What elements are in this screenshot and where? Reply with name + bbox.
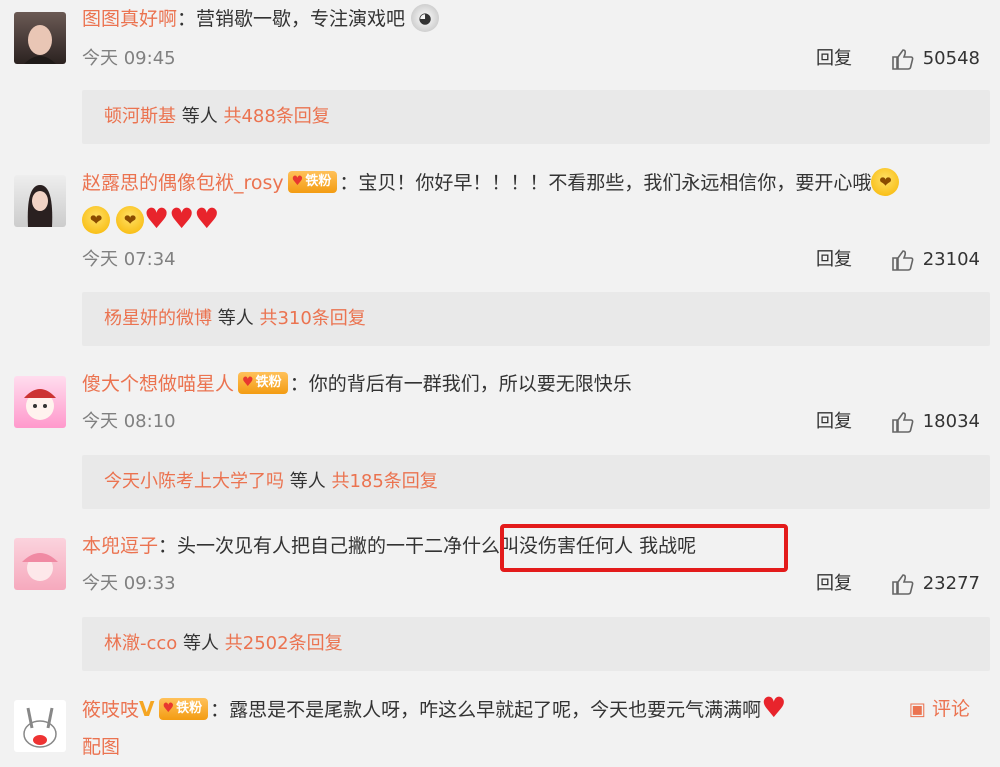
like-button[interactable]: 23277 [891, 569, 980, 599]
reply-user[interactable]: 杨星妍的微博 [104, 308, 212, 329]
reply-mid: 等人 [176, 106, 224, 127]
comment-label: 评论 [931, 698, 970, 720]
reply-user[interactable]: 林澈-cco [104, 633, 177, 654]
verified-v-icon: V [139, 697, 155, 721]
badge-label: 铁粉 [305, 173, 332, 189]
reply-summary[interactable]: 今天小陈考上大学了吗 等人 共185条回复 [82, 455, 990, 509]
avatar[interactable] [14, 538, 66, 590]
avatar-image [22, 553, 58, 581]
comment-body: 图图真好啊：营销歇一歇，专注演戏吧 ◕ [82, 3, 990, 34]
fan-badge[interactable]: ♥ 铁粉 [287, 170, 338, 193]
avatar-image [27, 185, 53, 227]
like-count: 23277 [922, 573, 980, 594]
reply-summary[interactable]: 顿河斯基 等人 共488条回复 [82, 90, 990, 144]
reply-button[interactable]: 回复 [816, 44, 852, 74]
highlight-box [500, 524, 788, 572]
thumbs-up-icon [891, 250, 914, 271]
timestamp: 今天 08:10 [82, 411, 176, 432]
comment-text: ：露思是不是尾款人呀，咋这么早就起了呢，今天也要元气满满啊 [210, 699, 762, 721]
avatar[interactable] [14, 175, 66, 227]
heart-eyes-emoji-icon: ❤ [82, 205, 110, 234]
heart-icon: ♥ [291, 173, 304, 189]
comment-meta: 今天 08:10 回复 18034 [82, 407, 990, 437]
timestamp: 今天 09:45 [82, 48, 176, 69]
like-count: 18034 [922, 411, 980, 432]
avatar-image [24, 389, 56, 420]
avatar[interactable] [14, 12, 66, 64]
image-link[interactable]: 配图 [82, 736, 120, 758]
comment-text: ：头一次见有人把自己撇的一干二净 [158, 535, 463, 557]
red-heart-icon: ♥ [144, 201, 170, 235]
heart-eyes-emoji-icon: ❤ [116, 205, 145, 234]
username[interactable]: 本兜逗子 [82, 535, 158, 557]
fan-badge[interactable]: ♥ 铁粉 [158, 697, 209, 720]
thumbs-up-icon [891, 49, 914, 70]
red-heart-icon: ♥ [761, 690, 787, 724]
timestamp: 今天 07:34 [82, 249, 176, 270]
reply-count-link[interactable]: 共2502条回复 [225, 633, 343, 654]
comment-text: ：营销歇一歇，专注演戏吧 [177, 8, 406, 30]
red-heart-icon: ♥ [194, 201, 220, 235]
username[interactable]: 傻大个想做喵星人 [82, 373, 234, 395]
reply-button[interactable]: 回复 [816, 245, 852, 275]
reply-count-link[interactable]: 共310条回复 [259, 308, 365, 329]
comment-meta: 今天 09:33 回复 23277 [82, 569, 990, 599]
comment-meta: 今天 07:34 回复 23104 [82, 245, 990, 275]
thumbs-up-icon [891, 412, 914, 433]
comment-text: ：你的背后有一群我们，所以要无限快乐 [289, 373, 632, 395]
heart-eyes-emoji-icon: ❤ [871, 167, 900, 196]
username[interactable]: 图图真好啊 [82, 8, 177, 30]
username[interactable]: 赵露思的偶像包袱_rosy [82, 172, 284, 194]
reply-user[interactable]: 今天小陈考上大学了吗 [104, 471, 284, 492]
comment-emojis: ❤ ❤ ♥♥♥ [82, 203, 990, 237]
comment-body: 赵露思的偶像包袱_rosy ♥ 铁粉 ：宝贝！你好早！！！！不看那些，我们永远相信你，… [82, 167, 990, 198]
comment-extra: 配图 [82, 732, 990, 762]
reply-mid: 等人 [284, 471, 332, 492]
avatar-image [23, 707, 57, 748]
red-heart-icon: ♥ [169, 201, 195, 235]
reply-mid: 等人 [212, 308, 260, 329]
image-icon: ▣ [908, 699, 926, 720]
timestamp: 今天 09:33 [82, 573, 176, 594]
reply-button[interactable]: 回复 [816, 569, 852, 599]
reply-summary[interactable]: 杨星妍的微博 等人 共310条回复 [82, 292, 990, 346]
comment-text: ：宝贝！你好早！！！！不看那些，我们永远相信你，要开心哦 [339, 172, 872, 194]
avatar-image [24, 25, 56, 64]
fan-badge[interactable]: ♥ 铁粉 [238, 371, 288, 394]
comment-button[interactable]: ▣ 评论 [909, 694, 970, 725]
avatar[interactable] [14, 376, 66, 428]
comment-body: 筱吱吱V ♥ 铁粉 ：露思是不是尾款人呀，咋这么早就起了呢，今天也要元气满满啊♥ [82, 690, 880, 726]
badge-label: 铁粉 [176, 700, 203, 716]
badge-label: 铁粉 [255, 374, 282, 390]
comment-body: 傻大个想做喵星人 ♥ 铁粉 ：你的背后有一群我们，所以要无限快乐 [82, 369, 990, 399]
avatar[interactable] [14, 700, 66, 752]
username[interactable]: 筱吱吱 [82, 699, 139, 721]
reply-count-link[interactable]: 共488条回复 [223, 106, 329, 127]
like-button[interactable]: 18034 [891, 407, 980, 437]
heart-icon: ♥ [242, 374, 254, 390]
like-button[interactable]: 50548 [891, 44, 980, 74]
reply-count-link[interactable]: 共185条回复 [331, 471, 437, 492]
thumbs-up-icon [891, 574, 914, 595]
like-button[interactable]: 23104 [891, 245, 980, 275]
like-count: 50548 [922, 48, 980, 69]
like-count: 23104 [922, 249, 980, 270]
reply-button[interactable]: 回复 [816, 407, 852, 437]
reply-mid: 等人 [177, 633, 225, 654]
reply-summary[interactable]: 林澈-cco 等人 共2502条回复 [82, 617, 990, 671]
comment-meta: 今天 09:45 回复 50548 [82, 44, 990, 74]
panda-emoji-icon: ◕ [411, 3, 440, 32]
heart-icon: ♥ [162, 700, 175, 716]
reply-user[interactable]: 顿河斯基 [104, 106, 176, 127]
